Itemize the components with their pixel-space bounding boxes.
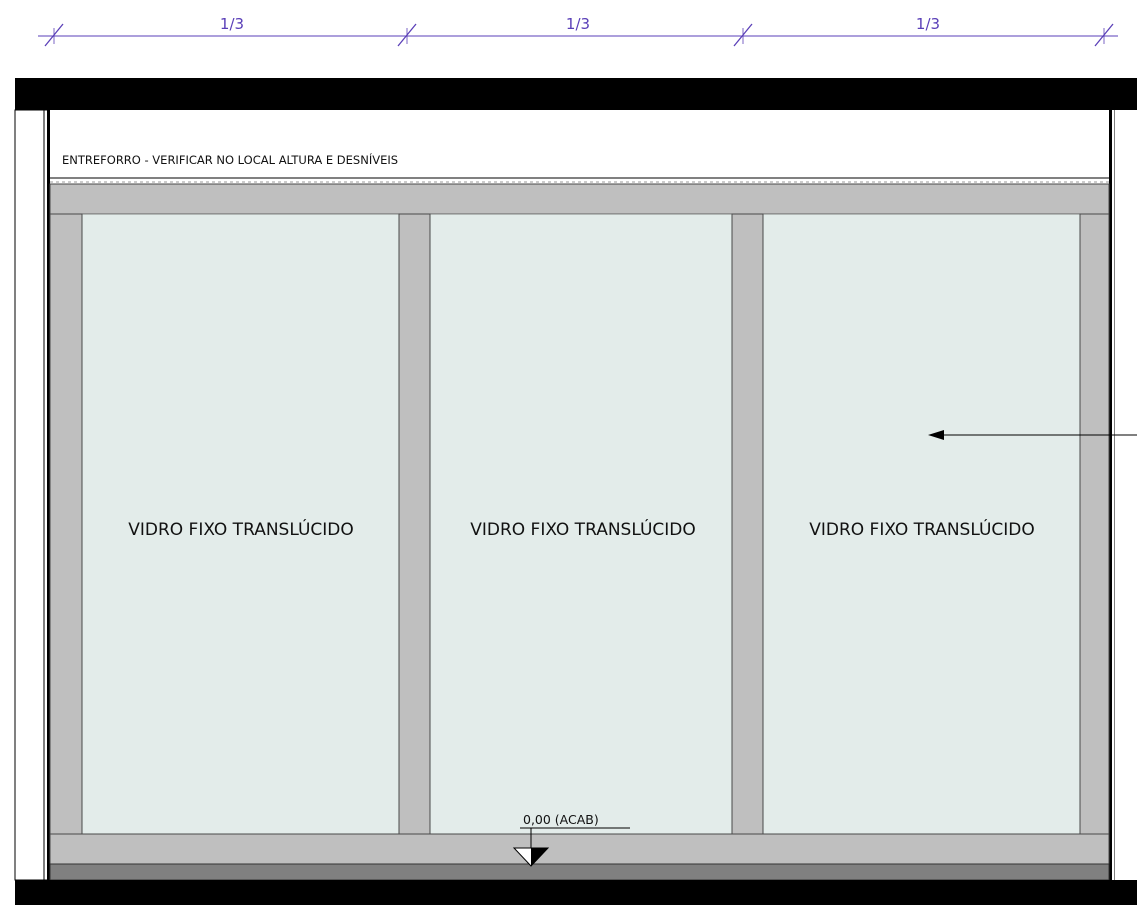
glass-panel-2-label: VIDRO FIXO TRANSLÚCIDO (470, 518, 696, 540)
dimension-label-3: 1/3 (916, 15, 940, 33)
dimension-label-2: 1/3 (566, 15, 590, 33)
elevation-drawing: 1/3 1/3 1/3 ENTREFORRO - VERIFICAR NO LO… (14, 15, 1137, 905)
ceiling-void (50, 110, 1109, 178)
glass-panel-3-label: VIDRO FIXO TRANSLÚCIDO (809, 518, 1035, 540)
ceiling-note: ENTREFORRO - VERIFICAR NO LOCAL ALTURA E… (62, 152, 398, 167)
bottom-slab (15, 880, 1137, 905)
left-wall (14, 109, 50, 881)
top-slab (15, 78, 1137, 110)
level-marker-label: 0,00 (ACAB) (523, 812, 599, 827)
mullion-middle-1 (398, 213, 431, 835)
mullion-left (49, 213, 83, 835)
dimension-chain: 1/3 1/3 1/3 (38, 15, 1118, 47)
mullion-middle-2 (731, 213, 764, 835)
right-wall (1109, 110, 1137, 880)
frame-head (49, 183, 1110, 215)
glass-panel-1-label: VIDRO FIXO TRANSLÚCIDO (128, 518, 354, 540)
frame-sill (49, 833, 1110, 865)
floor-band (49, 863, 1110, 881)
dimension-label-1: 1/3 (220, 15, 244, 33)
mullion-right (1079, 213, 1110, 835)
